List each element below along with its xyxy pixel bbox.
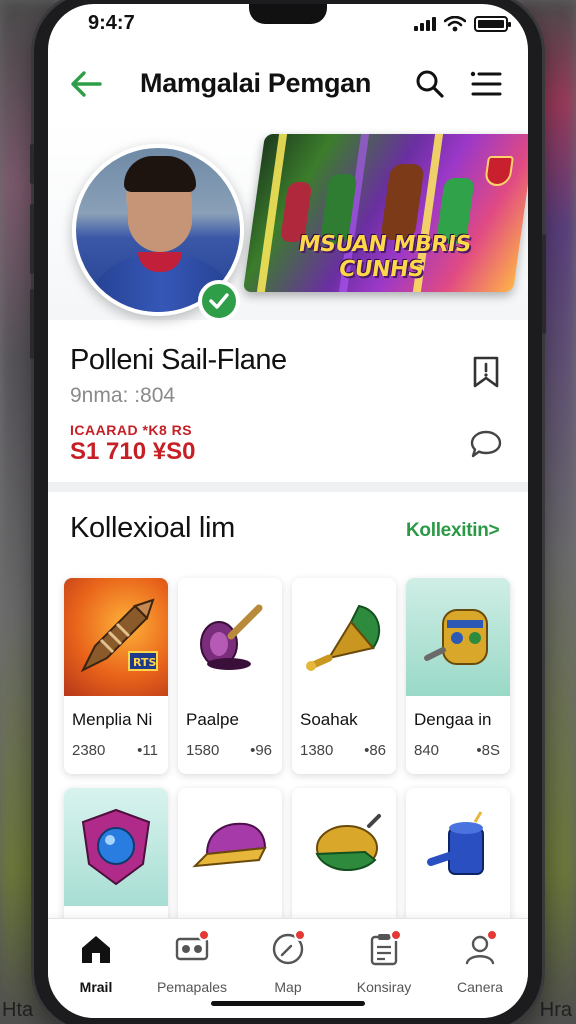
item-name: Soahak: [300, 710, 358, 729]
nav-label: Pemapales: [156, 979, 228, 995]
notification-badge: [294, 929, 306, 941]
blue-drum-icon: [427, 811, 484, 875]
item-qty: •96: [250, 742, 272, 759]
home-icon: [82, 936, 110, 963]
mute-switch: [30, 144, 34, 184]
arrow-left-icon: [71, 71, 102, 97]
app-header: Mamgalai Pemgan: [48, 60, 528, 108]
collection-card[interactable]: Soahak 1380 •86: [292, 578, 396, 774]
svg-text:RTS: RTS: [133, 656, 156, 669]
nav-label: Mrail: [79, 979, 113, 995]
section-divider: [48, 482, 528, 492]
chat-bubble-icon: [470, 430, 502, 458]
item-price: 2380: [72, 742, 106, 759]
power-button: [542, 234, 546, 334]
signal-icon: [414, 17, 436, 31]
collection-card[interactable]: Dengaa in 840 •8S: [406, 578, 510, 774]
player-info: Polleni Sail-Flane 9nma: :804 ICAARAD *K…: [48, 334, 528, 474]
home-indicator[interactable]: [211, 1001, 365, 1006]
player-meta: 9nma: :804: [70, 384, 176, 407]
verified-badge: [198, 280, 240, 322]
item-name: Paalpe: [186, 710, 239, 729]
trumpet-icon: [200, 604, 263, 670]
item-name: Dengaa in: [414, 710, 492, 729]
nav-item-map[interactable]: Map: [240, 929, 336, 999]
team-banner[interactable]: MSUAN MBRIS CUNHS: [242, 134, 528, 292]
player-stats-label: ICAARAD *K8 RS: [70, 422, 193, 438]
notification-badge: [486, 929, 498, 941]
page-title: Mamgalai Pemgan: [140, 68, 372, 98]
item-price: 840: [414, 742, 440, 759]
notification-badge: [198, 929, 210, 941]
background-caption-left: Hta: [2, 999, 34, 1021]
menu-button[interactable]: [468, 66, 504, 102]
bookmark-alert-icon: [473, 356, 499, 388]
crest-icon: [483, 156, 515, 186]
menu-list-icon: [470, 71, 502, 96]
item-qty: •86: [364, 742, 386, 759]
nav-label: Map: [274, 979, 302, 995]
banner-text: MSUAN MBRIS CUNHS: [296, 232, 473, 282]
bookmark-button[interactable]: [468, 352, 504, 392]
camera-notch: [249, 4, 327, 24]
back-button[interactable]: [68, 66, 104, 102]
check-icon: [209, 293, 229, 309]
item-name: Menplia Ni: [72, 710, 153, 729]
status-time: 9:4:7: [88, 12, 135, 34]
profile-hero: MSUAN MBRIS CUNHS: [48, 120, 528, 322]
shield-orb-icon: [81, 808, 151, 886]
horn-icon: [306, 604, 381, 671]
nav-item-konsiray[interactable]: Konsiray: [336, 929, 432, 999]
notification-badge: [390, 929, 402, 941]
search-button[interactable]: [412, 66, 448, 102]
phone-frame: 9:4:7 Mamgalai Pemgan MSUAN MBRIS CUNHS …: [30, 0, 546, 1024]
player-stats-value: S1 710 ¥S0: [70, 438, 196, 465]
search-icon: [416, 70, 444, 98]
collection-card[interactable]: Paalpe 1580 •96: [178, 578, 282, 774]
item-qty: •11: [137, 742, 158, 759]
volume-up-button: [30, 204, 34, 274]
item-qty: •8S: [476, 742, 500, 759]
banner-player: [380, 164, 425, 240]
collection-title: Kollexioal lim: [70, 512, 236, 544]
nav-label: Canera: [457, 979, 503, 995]
nav-item-pemapales[interactable]: Pemapales: [144, 929, 240, 999]
status-icons: [414, 16, 511, 32]
dart-missile-icon: RTS: [80, 598, 158, 673]
gold-horn-icon: [315, 814, 381, 872]
background-caption-right: Hra: [539, 999, 572, 1021]
player-name: Polleni Sail-Flane: [70, 344, 287, 376]
nav-item-canera[interactable]: Canera: [432, 929, 528, 999]
item-price: 1580: [186, 742, 220, 759]
bottom-nav: Mrail Pemapales Map Konsiray Canera: [48, 918, 528, 1018]
wifi-icon: [444, 16, 466, 32]
golden-cannon-icon: [424, 609, 488, 665]
cap-icon: [192, 822, 267, 868]
chat-button[interactable]: [468, 426, 504, 462]
volume-down-button: [30, 289, 34, 359]
nav-label: Konsiray: [356, 979, 412, 995]
app-screen: 9:4:7 Mamgalai Pemgan MSUAN MBRIS CUNHS …: [48, 4, 528, 1018]
nav-item-home[interactable]: Mrail: [48, 929, 144, 999]
collection-view-all-link[interactable]: Kollexitin>: [406, 520, 500, 542]
battery-icon: [474, 16, 511, 32]
collection-card[interactable]: RTS Menplia Ni 2380 •11: [64, 578, 168, 774]
item-price: 1380: [300, 742, 334, 759]
